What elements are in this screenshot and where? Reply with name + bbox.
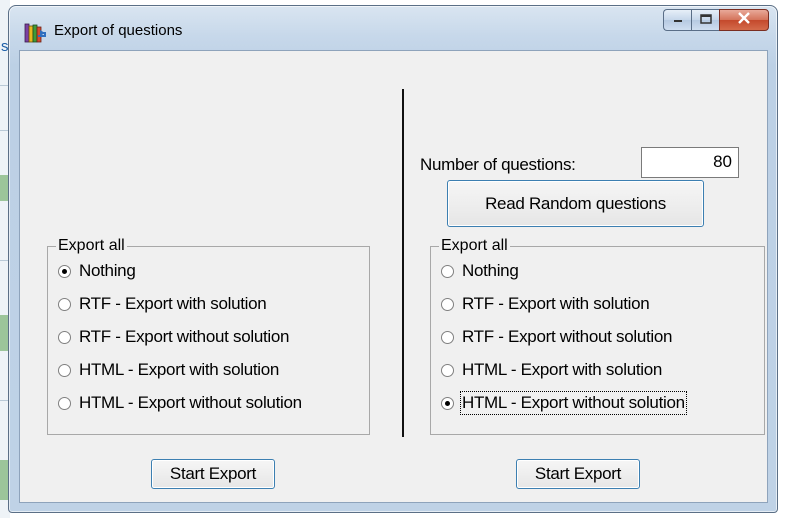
option-label: RTF - Export with solution [79, 294, 267, 313]
radio-button[interactable] [441, 363, 454, 377]
number-of-questions-input[interactable]: 80 [641, 147, 739, 178]
radio-button[interactable] [58, 396, 71, 410]
left-option-rtf-without-solution[interactable]: RTF - Export without solution [58, 326, 289, 348]
radio-button[interactable] [58, 297, 71, 311]
caption-buttons [663, 9, 769, 33]
dialog-client-area: Export all Nothing RTF - Export with sol… [19, 50, 768, 503]
right-option-html-without-solution[interactable]: HTML - Export without solution [441, 391, 687, 415]
vertical-divider [402, 89, 404, 437]
left-option-html-with-solution[interactable]: HTML - Export with solution [58, 359, 279, 381]
right-option-rtf-with-solution[interactable]: RTF - Export with solution [441, 293, 650, 315]
read-random-questions-button[interactable]: Read Random questions [447, 180, 704, 227]
option-label: Nothing [79, 261, 136, 280]
radio-button[interactable] [58, 363, 71, 377]
left-group-title: Export all [56, 236, 127, 256]
option-label: Nothing [462, 261, 519, 280]
radio-button[interactable] [441, 264, 454, 278]
option-label: HTML - Export with solution [462, 360, 663, 379]
title-bar[interactable]: Export of questions [9, 6, 777, 50]
radio-button[interactable] [441, 396, 454, 410]
option-label: RTF - Export without solution [462, 327, 673, 346]
radio-button[interactable] [58, 264, 71, 278]
left-option-nothing[interactable]: Nothing [58, 260, 136, 282]
close-button[interactable] [719, 9, 769, 31]
minimize-button[interactable] [663, 9, 691, 31]
minimize-icon [673, 11, 683, 29]
export-dialog: Export of questions Export all Nothing R… [8, 5, 778, 513]
radio-button[interactable] [441, 330, 454, 344]
radio-button[interactable] [58, 330, 71, 344]
right-start-export-button[interactable]: Start Export [516, 459, 640, 489]
left-export-group: Export all Nothing RTF - Export with sol… [47, 236, 370, 435]
option-label: RTF - Export with solution [462, 294, 650, 313]
number-of-questions-label: Number of questions: [420, 155, 576, 174]
option-label: HTML - Export with solution [79, 360, 280, 379]
maximize-icon [699, 11, 712, 29]
right-option-html-with-solution[interactable]: HTML - Export with solution [441, 359, 662, 381]
left-option-rtf-with-solution[interactable]: RTF - Export with solution [58, 293, 267, 315]
option-label: HTML - Export without solution [79, 393, 302, 412]
left-option-html-without-solution[interactable]: HTML - Export without solution [58, 392, 302, 414]
left-start-export-button[interactable]: Start Export [151, 459, 275, 489]
option-label: RTF - Export without solution [79, 327, 290, 346]
window-title: Export of questions [54, 22, 183, 39]
right-export-group: Export all Nothing RTF - Export with sol… [430, 236, 765, 435]
right-option-rtf-without-solution[interactable]: RTF - Export without solution [441, 326, 672, 348]
right-option-nothing[interactable]: Nothing [441, 260, 519, 282]
maximize-button[interactable] [691, 9, 719, 31]
close-icon [737, 11, 751, 29]
option-label: HTML - Export without solution [460, 391, 687, 415]
right-group-title: Export all [439, 236, 510, 256]
radio-button[interactable] [441, 297, 454, 311]
books-icon [24, 22, 46, 44]
